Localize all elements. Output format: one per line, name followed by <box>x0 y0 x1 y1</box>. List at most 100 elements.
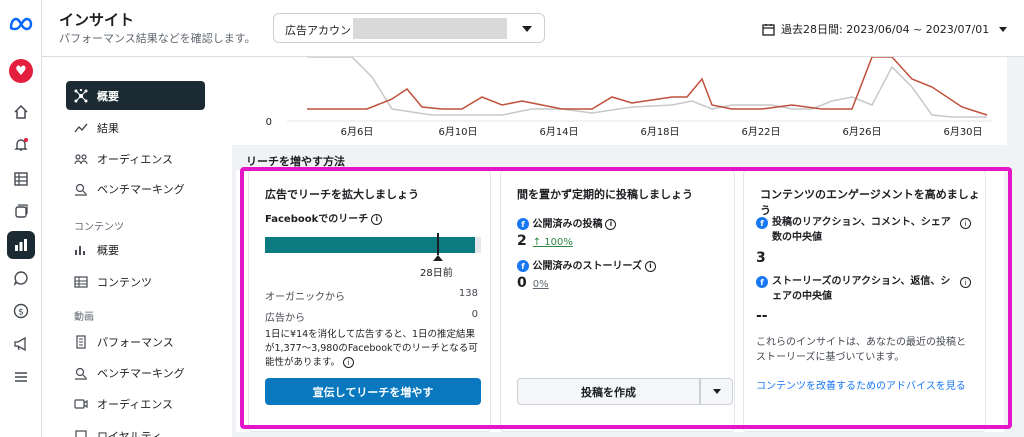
chevron-down-icon <box>712 389 721 394</box>
menu-icon[interactable] <box>7 363 35 391</box>
tips-panel: 広告でリーチを拡大しましょう Facebookでのリーチ i 28日前 オーガニッ… <box>236 170 1004 432</box>
card-post: 間を置かず定期的に投稿しましょう f 公開済みの投稿 i 2 ↑ 100% f 公… <box>500 170 735 432</box>
card-ads: 広告でリーチを拡大しましょう Facebookでのリーチ i 28日前 オーガニッ… <box>248 170 491 432</box>
sidebar-item-label: 結果 <box>97 121 119 135</box>
reach-subtitle: Facebookでのリーチ i <box>265 210 383 225</box>
sidebar-section-video: 動画 <box>74 312 94 323</box>
reach-bar-fill <box>265 237 475 253</box>
ads-description-text: 1日に¥14を消化して広告すると、1日の推定結果が1,377〜3,980のFac… <box>265 329 478 368</box>
info-icon[interactable]: i <box>960 277 971 288</box>
metric-posts-value: 2 <box>517 233 527 249</box>
meta-logo-icon[interactable] <box>7 10 35 38</box>
sidebar-item-overview[interactable]: 概要 <box>66 81 205 110</box>
sidebar-item-results[interactable]: 結果 <box>66 113 205 142</box>
create-post-options-button[interactable] <box>700 378 733 405</box>
facebook-icon: f <box>756 217 768 229</box>
metric-stories: 0 0% <box>517 275 549 291</box>
metric-post-engagement-value: 3 <box>756 250 766 266</box>
sidebar-item-content-overview[interactable]: 概要 <box>66 235 205 264</box>
metric-stories-label: f 公開済みのストーリーズ i <box>517 257 656 272</box>
main-content: 0 6月6日 6月10日 6月14日 6月18日 6月22日 6月26日 6月30日 リーチ… <box>232 56 1024 437</box>
people-icon <box>73 151 88 166</box>
metric-post-engagement-label: f 投稿のリアクション、コメント、シェア数の中央値 <box>756 215 956 245</box>
section-title: リーチを増やす方法 <box>246 155 345 168</box>
metric-post-engagement-label-text: 投稿のリアクション、コメント、シェア数の中央値 <box>772 217 951 243</box>
sidebar-item-video-benchmarking[interactable]: ベンチマーキング <box>66 358 205 387</box>
insights-icon[interactable] <box>7 231 35 259</box>
calendar-icon <box>762 23 775 36</box>
marker-arrow-icon <box>433 255 443 261</box>
benchmark-icon <box>73 365 88 380</box>
pages-icon[interactable] <box>7 198 35 226</box>
x-tick-label: 6月18日 <box>640 126 679 138</box>
page-subtitle: パフォーマンス結果などを確認します。 <box>59 32 256 45</box>
sidebar-item-audience[interactable]: オーディエンス <box>66 144 205 173</box>
loyalty-icon <box>73 428 88 437</box>
x-tick-label: 6月14日 <box>539 126 578 138</box>
chart-icon <box>73 242 88 257</box>
benchmark-icon <box>73 181 88 196</box>
sidebar-item-content[interactable]: コンテンツ <box>66 267 205 296</box>
sidebar-item-benchmarking[interactable]: ベンチマーキング <box>66 174 205 203</box>
page-avatar-icon[interactable]: ♥ <box>7 57 35 85</box>
sidebar-item-label: ベンチマーキング <box>97 182 185 196</box>
metric-story-engagement-label-text: ストーリーズのリアクション、返信、シェアの中央値 <box>772 276 951 302</box>
facebook-icon: f <box>517 260 529 272</box>
improve-content-link[interactable]: コンテンツを改善するためのアドバイスを見る <box>756 379 976 394</box>
metric-posts-change: ↑ 100% <box>532 237 573 248</box>
metric-stories-label-text: 公開済みのストーリーズ <box>532 261 642 272</box>
row-ads-value: 0 <box>471 309 478 320</box>
sidebar-section-content: コンテンツ <box>74 222 124 233</box>
info-icon[interactable]: i <box>371 213 383 225</box>
x-tick-label: 6月22日 <box>741 126 780 138</box>
ad-account-dropdown[interactable]: 広告アカウント: <box>273 13 545 43</box>
create-post-button[interactable]: 投稿を作成 <box>517 378 700 405</box>
x-tick-label: 6月10日 <box>438 126 477 138</box>
trend-icon <box>73 120 88 135</box>
sidebar-item-label: パフォーマンス <box>97 335 174 349</box>
info-icon[interactable]: i <box>644 260 656 272</box>
network-icon <box>73 88 88 103</box>
metric-story-engagement-value: -- <box>756 308 768 324</box>
insights-sidebar: 概要 結果 オーディエンス ベンチマーキング コンテンツ 概要 コンテンツ 動画… <box>42 57 232 437</box>
table-grid-icon[interactable] <box>7 165 35 193</box>
metric-stories-value: 0 <box>517 275 527 291</box>
home-icon[interactable] <box>7 98 35 126</box>
sidebar-item-label: ロイヤルティ <box>97 429 163 437</box>
sidebar-item-label: オーディエンス <box>97 397 174 411</box>
date-range-text: 過去28日間: 2023/06/04 ~ 2023/07/01 <box>781 23 990 36</box>
facebook-icon: f <box>756 276 768 288</box>
card-engagement: コンテンツのエンゲージメントを高めましょう f 投稿のリアクション、コメント、シ… <box>743 170 986 432</box>
row-organic-value: 138 <box>458 288 478 299</box>
bell-icon[interactable] <box>7 131 35 159</box>
card-title: 間を置かず定期的に投稿しましょう <box>517 188 693 201</box>
date-range-selector[interactable]: 過去28日間: 2023/06/04 ~ 2023/07/01 <box>762 21 1008 37</box>
row-ads-label: 広告から <box>265 313 305 324</box>
metric-posts: 2 ↑ 100% <box>517 233 573 249</box>
megaphone-icon[interactable] <box>7 330 35 358</box>
info-icon[interactable]: i <box>960 218 971 229</box>
chevron-down-icon <box>522 26 532 32</box>
sidebar-item-label: 概要 <box>97 243 119 257</box>
engagement-description: これらのインサイトは、あなたの最近の投稿とストーリーズに基づいています。 <box>756 337 966 363</box>
card-title: コンテンツのエンゲージメントを高めましょう <box>760 188 980 217</box>
sidebar-item-video-audience[interactable]: オーディエンス <box>66 389 205 418</box>
sidebar-item-performance[interactable]: パフォーマンス <box>66 327 205 356</box>
video-icon <box>73 396 88 411</box>
metric-stories-change: 0% <box>532 279 549 290</box>
x-tick-label: 6月26日 <box>842 126 881 138</box>
page-header: インサイト パフォーマンス結果などを確認します。 広告アカウント: 過去28日間… <box>42 0 1024 57</box>
reach-line-chart: 0 6月6日 6月10日 6月14日 6月18日 6月22日 6月26日 6月30日 <box>266 56 992 138</box>
sidebar-item-loyalty[interactable]: ロイヤルティ <box>66 421 205 437</box>
boost-reach-button[interactable]: 宣伝してリーチを増やす <box>265 378 481 405</box>
reach-subtitle-text: Facebookでのリーチ <box>265 214 369 225</box>
x-tick-label: 6月30日 <box>943 126 982 138</box>
page-title: インサイト <box>59 11 135 29</box>
chevron-down-icon <box>999 26 1008 32</box>
message-icon[interactable] <box>7 264 35 292</box>
info-icon[interactable]: i <box>343 357 355 368</box>
info-icon[interactable]: i <box>605 218 617 230</box>
sidebar-item-label: ベンチマーキング <box>97 366 185 380</box>
marker-label: 28日前 <box>420 268 453 279</box>
dollar-icon[interactable]: $ <box>7 297 35 325</box>
